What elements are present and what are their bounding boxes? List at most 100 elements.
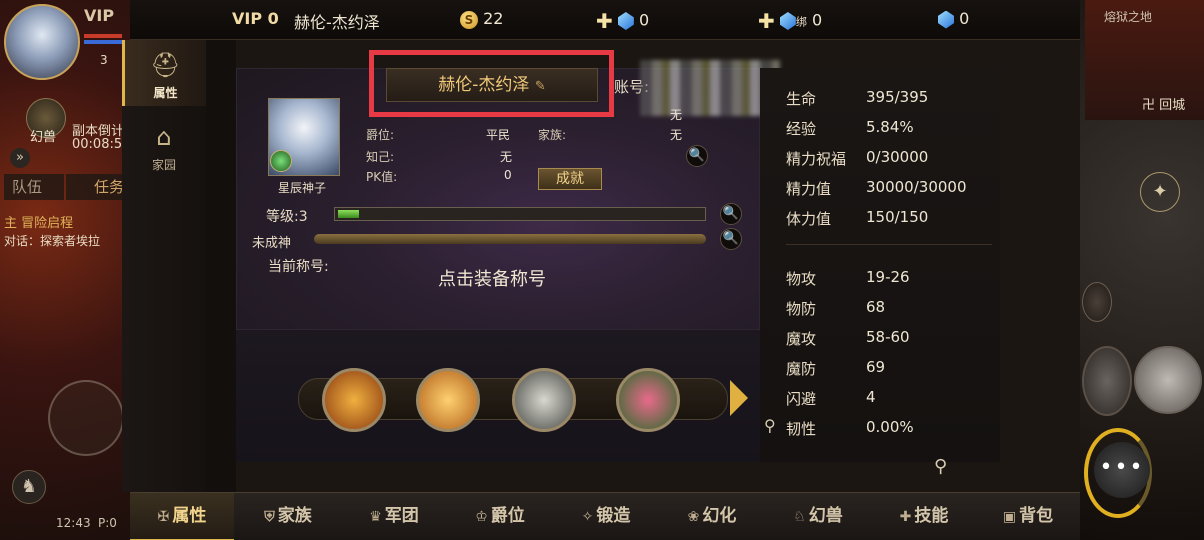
mount-icon[interactable]: ♞ <box>12 470 46 504</box>
game-scene-left <box>0 0 130 540</box>
current-title-label: 当前称号: <box>268 259 329 275</box>
stat-value: 30000/30000 <box>866 178 967 196</box>
search-icon[interactable]: 🔍 <box>686 145 708 167</box>
quest-title[interactable]: 主 冒险启程 <box>4 212 73 231</box>
search-icon[interactable]: 🔍 <box>720 228 742 250</box>
stat-key: 魔防 <box>786 360 817 378</box>
crown-icon: ♛ <box>369 509 382 525</box>
bottom-tab-bar: ✠ 属性 ⛨ 家族 ♛ 军团 ♔ 爵位 ✧ 锻造 ❀ 幻化 ♘ 幻兽 ✚ 技能 ▣ 背包 <box>130 492 1080 540</box>
vip-badge[interactable]: VIP <box>84 6 114 25</box>
level-label: 等级:3 <box>266 209 308 225</box>
stat-key: 魔攻 <box>786 330 817 348</box>
player-avatar[interactable] <box>4 4 80 80</box>
stat-value: 0.00% <box>866 418 914 436</box>
king-icon: ♔ <box>475 509 488 525</box>
tab-transform[interactable]: ❀ 幻化 <box>660 493 764 540</box>
side-nav-attributes[interactable]: ⛑ 属性 <box>122 40 206 106</box>
quest-description[interactable]: 对话：探索者埃拉 <box>4 232 100 249</box>
stat-key: PK值: <box>366 170 398 184</box>
side-nav-label: 家园 <box>151 158 176 172</box>
expand-button[interactable]: » <box>10 148 30 168</box>
bound-tag: 绑 <box>795 15 807 29</box>
stat-key: 爵位: <box>366 128 395 142</box>
ping: P:0 <box>98 516 117 530</box>
godhood-label: 未成神 <box>252 236 292 251</box>
achievement-button[interactable]: 成就 <box>538 168 602 190</box>
compass-icon[interactable]: ✦ <box>1140 172 1180 212</box>
search-icon[interactable]: ⚲ <box>934 456 947 477</box>
skill-button[interactable] <box>1082 282 1112 322</box>
side-nav: ⛑ 属性 ⌂ 家园 <box>122 40 206 492</box>
tab-team[interactable]: 队伍 <box>4 174 64 200</box>
stat-value: 395/395 <box>866 88 929 106</box>
sparkle-icon: ✧ <box>581 509 594 525</box>
horse-icon: ♘ <box>793 509 806 525</box>
tab-label: 属性 <box>172 506 207 526</box>
top-bar: VIP 0 赫伦-杰约泽 S 22 ✚ 0 ✚ 绑 0 0 <box>130 0 1080 40</box>
house-icon: ⌂ <box>156 123 172 151</box>
tab-attributes[interactable]: ✠ 属性 <box>130 493 234 540</box>
search-icon[interactable]: ⚲ <box>764 416 776 435</box>
diamond-amount: 0 <box>638 10 650 30</box>
stat-value: 无 <box>670 108 683 122</box>
tab-family[interactable]: ⛨ 家族 <box>236 493 340 540</box>
bound-diamond-icon <box>779 12 796 30</box>
vip-label: VIP 0 <box>232 9 279 28</box>
pet-label: 幻兽 <box>30 130 57 145</box>
gold-currency: S 22 <box>460 9 503 29</box>
stat-value: 150/150 <box>866 208 929 226</box>
skill-button[interactable] <box>1134 346 1202 414</box>
stat-value: 69 <box>866 358 886 376</box>
stat-key: 精力值 <box>786 180 832 198</box>
hp-bar <box>84 34 122 38</box>
hero-title-caption: 星辰神子 <box>278 181 327 195</box>
add-bound-diamond-icon[interactable]: ✚ <box>758 9 775 33</box>
player-name: 赫伦-杰约泽 <box>294 13 380 32</box>
stat-key: 体力值 <box>786 210 832 228</box>
back-to-city-button[interactable]: 卍 回城 <box>1142 94 1185 113</box>
skill-button[interactable] <box>1082 346 1132 416</box>
divider <box>786 244 992 245</box>
tab-forge[interactable]: ✧ 锻造 <box>554 493 658 540</box>
helmet-icon: ⛑ <box>150 51 181 79</box>
tab-skills[interactable]: ✚ 技能 <box>872 493 976 540</box>
cross-icon: ✚ <box>899 509 912 525</box>
stat-value: 平民 <box>486 128 511 142</box>
stat-key: 家族: <box>538 128 567 142</box>
meditation-talent-icon[interactable] <box>416 368 480 432</box>
tab-nobility[interactable]: ♔ 爵位 <box>448 493 552 540</box>
tab-label: 爵位 <box>490 506 525 526</box>
stat-key: 精力祝福 <box>786 150 847 168</box>
tab-label: 幻化 <box>702 506 737 526</box>
gold-amount: 22 <box>483 9 504 28</box>
tab-label: 家族 <box>277 506 312 526</box>
joystick[interactable] <box>48 380 124 456</box>
tab-task[interactable]: 任务 <box>66 174 130 200</box>
stat-value: 无 <box>500 150 513 164</box>
locked-diamond-icon <box>938 10 954 29</box>
add-diamond-icon[interactable]: ✚ <box>596 9 613 33</box>
stat-key: 物防 <box>786 300 817 318</box>
stat-value: 5.84% <box>866 118 914 136</box>
stat-key: 韧性 <box>786 420 817 438</box>
equip-title-button[interactable]: 点击装备称号 <box>438 265 546 291</box>
rose-talent-icon[interactable] <box>616 368 680 432</box>
level-progress-fill <box>338 210 359 218</box>
gold-coin-icon: S <box>460 10 478 29</box>
stat-value: 58-60 <box>866 328 910 346</box>
stat-key: 经验 <box>786 120 817 138</box>
highlight-box <box>369 50 614 117</box>
chat-button[interactable]: ••• <box>1094 442 1150 498</box>
side-nav-home[interactable]: ⌂ 家园 <box>122 112 206 178</box>
bound-diamond-amount: 0 <box>811 10 823 30</box>
flower-icon: ❀ <box>687 509 700 525</box>
map-name: 熔狱之地 <box>1104 10 1153 24</box>
goddess-talent-icon[interactable] <box>512 368 576 432</box>
tab-pet[interactable]: ♘ 幻兽 <box>766 493 870 540</box>
tab-legion[interactable]: ♛ 军团 <box>342 493 446 540</box>
class-badge-icon <box>270 150 292 172</box>
dragon-talent-icon[interactable] <box>322 368 386 432</box>
tab-backpack[interactable]: ▣ 背包 <box>978 493 1078 540</box>
search-icon[interactable]: 🔍 <box>720 203 742 225</box>
mp-bar <box>84 40 122 44</box>
